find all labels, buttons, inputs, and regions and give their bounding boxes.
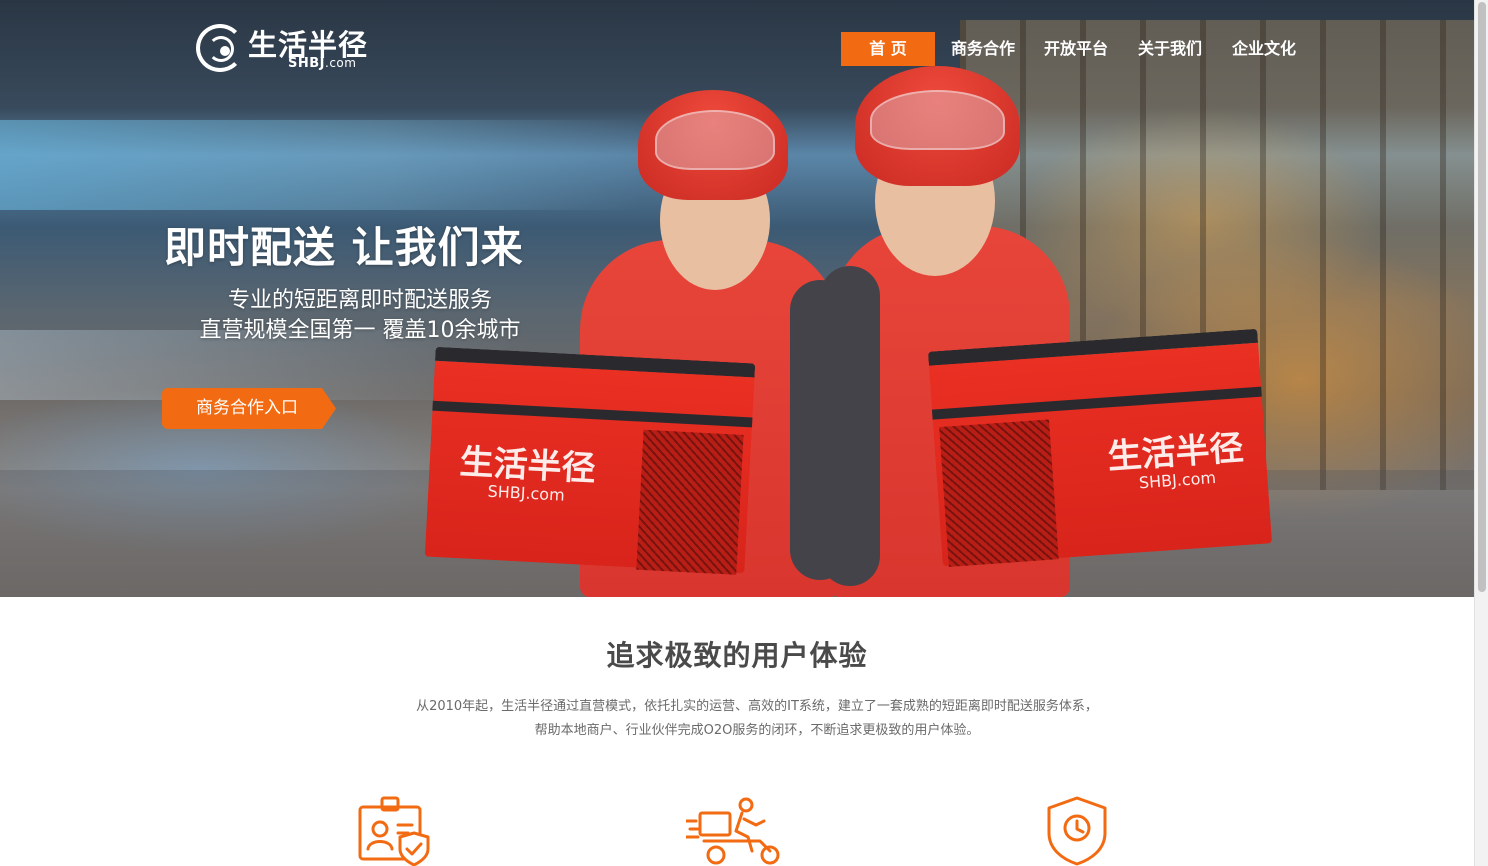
page-scrollbar[interactable] <box>1474 0 1488 866</box>
section-title: 追求极致的用户体验 <box>606 639 868 672</box>
shield-clock-icon <box>1044 795 1110 866</box>
nav-item-business[interactable]: 商务合作 <box>943 32 1023 66</box>
hero-title: 即时配送 让我们来 <box>164 223 524 272</box>
nav-item-open-platform[interactable]: 开放平台 <box>1036 32 1116 66</box>
logo-domain: SHBJ.com <box>288 56 357 71</box>
hero-banner: 生活半径 SHBJ.com 生活半径 SHBJ.com 即时配送 让我们来 专业… <box>0 0 1474 597</box>
hero-subtitle: 专业的短距离即时配送服务 直营规模全国第一 覆盖10余城市 <box>160 286 560 346</box>
delivery-bag: 生活半径 SHBJ.com <box>927 328 1273 567</box>
scrollbar-thumb[interactable] <box>1478 2 1486 592</box>
site-logo[interactable]: 生活半径 SHBJ.com <box>196 22 376 74</box>
section-description: 从2010年起，生活半径通过直营模式，依托扎实的运营、高效的IT系统，建立了一套… <box>416 699 1098 738</box>
delivery-scooter-icon <box>684 795 782 866</box>
hero-subtitle-line: 专业的短距离即时配送服务 <box>227 288 492 313</box>
hero-background-light <box>0 120 640 210</box>
hero-subtitle-line: 直营规模全国第一 覆盖10余城市 <box>199 318 521 343</box>
nav-item-about[interactable]: 关于我们 <box>1130 32 1210 66</box>
business-cooperation-button[interactable]: 商务合作入口 <box>162 388 336 429</box>
verified-id-card-icon <box>356 795 436 866</box>
nav-item-home[interactable]: 首 页 <box>841 32 935 66</box>
bag-brand-label: 生活半径 SHBJ.com <box>1106 428 1245 493</box>
nav-item-culture[interactable]: 企业文化 <box>1224 32 1304 66</box>
delivery-bag: 生活半径 SHBJ.com <box>424 346 756 575</box>
bag-brand-label: 生活半径 SHBJ.com <box>458 442 597 506</box>
